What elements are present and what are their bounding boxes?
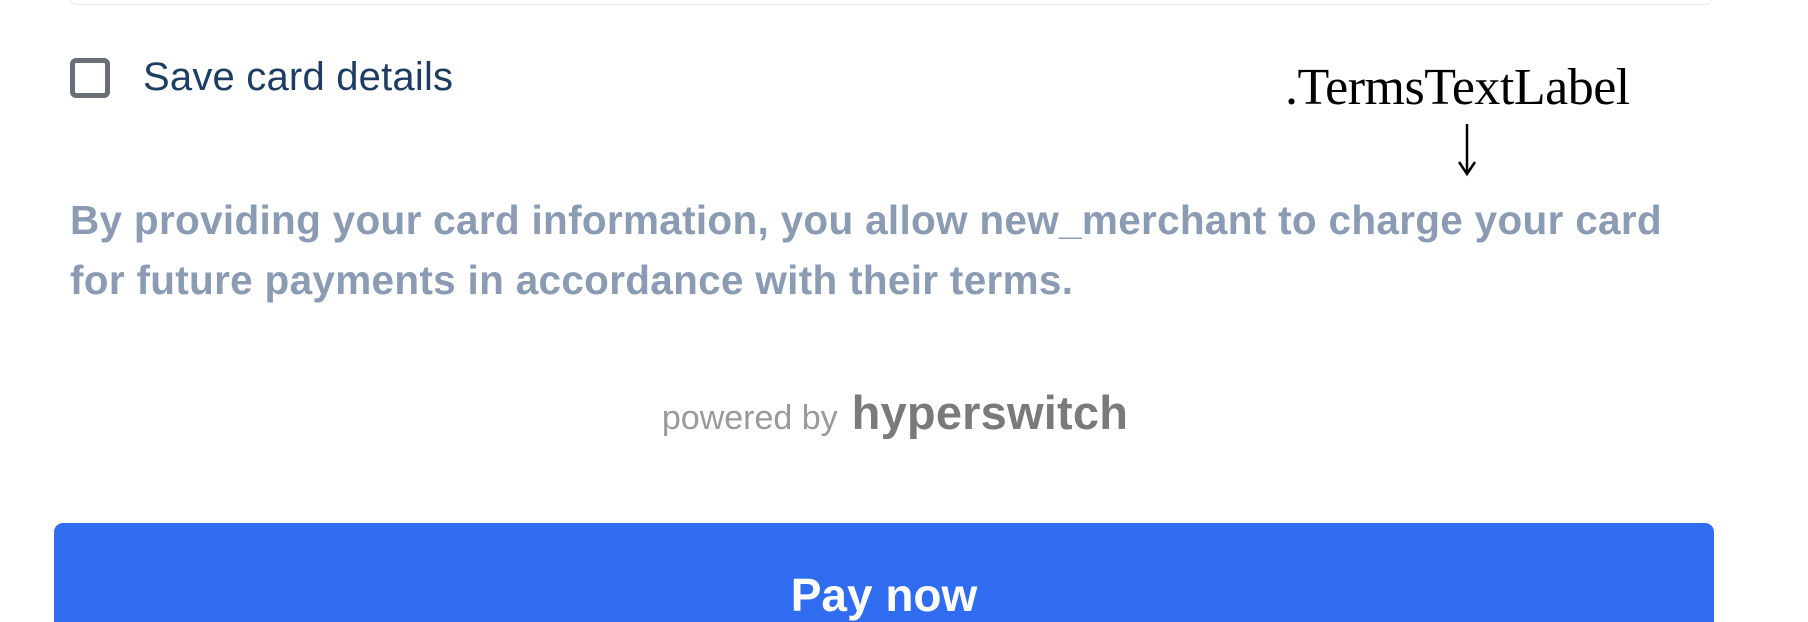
annotation-label: .TermsTextLabel <box>1285 59 1630 116</box>
powered-by-text: powered by <box>661 399 838 437</box>
save-card-checkbox-row[interactable]: Save card details <box>70 55 453 100</box>
save-card-label[interactable]: Save card details <box>143 55 453 100</box>
arrow-down-icon <box>1457 124 1477 177</box>
powered-by-branding: powered by hyperswitch <box>0 385 1790 440</box>
hyperswitch-logo: hyperswitch <box>851 386 1129 439</box>
payment-form: Save card details .TermsTextLabel By pro… <box>0 0 1808 622</box>
pay-now-label: Pay now <box>790 569 978 621</box>
terms-text-label: By providing your card information, you … <box>70 197 1662 303</box>
pay-now-button[interactable]: Pay now <box>54 523 1714 622</box>
card-input-field-edge[interactable] <box>70 0 1712 5</box>
save-card-checkbox[interactable] <box>70 57 110 98</box>
